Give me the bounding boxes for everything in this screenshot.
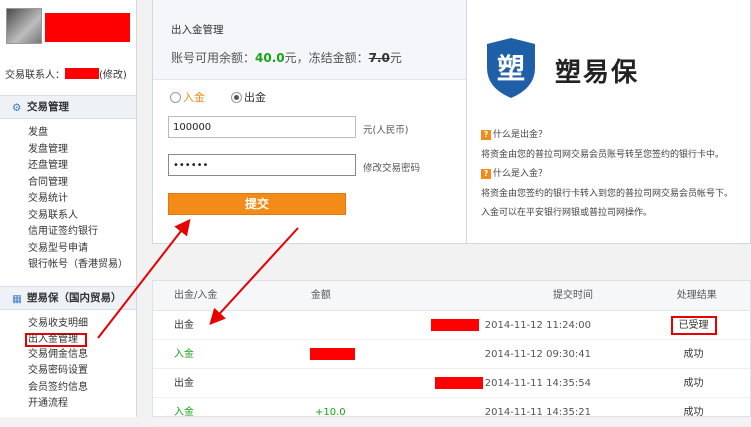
radio-label: 出金	[244, 91, 266, 104]
contact-label: 交易联系人：	[5, 70, 65, 81]
contact-edit-link[interactable]: (修改)	[99, 70, 127, 81]
redacted-company-name	[45, 13, 130, 42]
cell-status: 成功	[683, 349, 704, 360]
cell-amount	[245, 369, 355, 397]
faq-q-text: 什么是出金？	[493, 130, 548, 140]
menu-item[interactable]: 信用证签约银行	[28, 224, 128, 241]
radio-withdraw[interactable]: 出金	[231, 89, 266, 105]
balance-label: 账号可用余额：	[171, 51, 256, 65]
col-type: 出金/入金	[174, 290, 218, 301]
table-row[interactable]: 入金 +10.0 2014-11-11 14:35:21 成功	[153, 398, 750, 427]
cell-time: 2014-11-12 09:30:41	[484, 349, 591, 360]
redacted-amount	[435, 377, 483, 389]
section-title: 交易管理	[27, 101, 69, 113]
available-balance: 40.0	[255, 51, 285, 65]
menu-item[interactable]: 还盘管理	[28, 158, 128, 175]
sidebar: 交易联系人： (修改) ⚙ 交易管理 发盘 发盘管理 还盘管理 合同管理 交易统计 …	[0, 0, 137, 417]
amount-unit: 元(人民币)	[363, 125, 409, 136]
status-badge: 已受理	[670, 316, 717, 335]
brand-name: 塑易保	[555, 58, 640, 88]
col-status: 处理结果	[676, 290, 717, 301]
grid-icon: ▦	[12, 293, 22, 305]
radio-dot[interactable]	[170, 91, 181, 103]
faq-question: ? 什么是出金？	[481, 127, 547, 140]
col-amount: 金额	[310, 290, 331, 301]
cell-type: 出金	[174, 378, 194, 389]
brand-panel: 塑 塑易保 ? 什么是出金？ 将资金由您的普拉司网交易会员账号转至您签约的银行卡中…	[467, 0, 751, 244]
frozen-balance: 7.0	[368, 51, 390, 65]
trade-menu: 发盘 发盘管理 还盘管理 合同管理 交易统计 交易联系人 信用证签约银行 交易型…	[28, 125, 128, 274]
change-password-link[interactable]: 修改交易密码	[363, 160, 420, 174]
records-table: 出金/入金 金额 处理结果 提交时间 出金 2014-11-12 11:24:0…	[152, 280, 751, 427]
table-header: 出金/入金 金额 处理结果	[153, 281, 750, 311]
balance-unit: 元，冻结金额：	[284, 51, 369, 65]
radio-dot-selected[interactable]	[231, 91, 242, 103]
section-suyibao[interactable]: ▦ 塑易保（国内贸易）	[0, 286, 136, 310]
deposit-withdraw-panel: 出入金管理 账号可用余额：40.0元，冻结金额：7.0元 入金 出金 元(人民币…	[152, 0, 467, 244]
cell-time: 2014-11-11 14:35:21	[484, 407, 591, 418]
gear-icon: ⚙	[12, 102, 22, 114]
form-header: 出入金管理 账号可用余额：40.0元，冻结金额：7.0元	[153, 0, 466, 80]
avatar[interactable]	[6, 8, 42, 44]
frozen-unit: 元	[389, 51, 402, 65]
cell-type: 入金	[174, 349, 194, 360]
page-title: 出入金管理	[171, 24, 224, 36]
cell-time: 2014-11-11 14:35:54	[484, 378, 591, 389]
suyibao-menu: 交易收支明细 出入金管理 交易佣金信息 交易密码设置 会员签约信息 开通流程	[25, 316, 88, 413]
menu-item[interactable]: 交易收支明细	[28, 316, 88, 333]
contact-row: 交易联系人： (修改)	[5, 66, 127, 81]
section-trade-management[interactable]: ⚙ 交易管理	[0, 95, 136, 119]
radio-label: 入金	[183, 91, 205, 104]
menu-item[interactable]: 交易佣金信息	[28, 347, 88, 364]
cell-status: 成功	[683, 407, 704, 418]
question-icon: ?	[481, 169, 491, 179]
redacted-amount	[431, 319, 479, 331]
cell-type: 入金	[174, 407, 194, 418]
question-icon: ?	[481, 130, 491, 140]
radio-deposit[interactable]: 入金	[170, 89, 205, 105]
table-row[interactable]: 出金 2014-11-11 14:35:54 成功	[153, 369, 750, 398]
table-row[interactable]: 出金 2014-11-12 11:24:00 已受理	[153, 311, 750, 340]
menu-item[interactable]: 交易密码设置	[28, 363, 88, 380]
password-field[interactable]	[168, 154, 356, 176]
faq-question: ? 什么是入金？	[481, 166, 547, 179]
faq-answer: 将资金由您的普拉司网交易会员账号转至您签约的银行卡中。	[481, 150, 725, 160]
submit-button[interactable]: 提交	[168, 193, 346, 215]
menu-item[interactable]: 合同管理	[28, 175, 128, 192]
amount-input[interactable]	[168, 116, 356, 138]
col-time: 提交时间	[553, 290, 593, 301]
menu-item[interactable]: 发盘管理	[28, 142, 128, 159]
cell-status: 已受理	[637, 311, 750, 339]
menu-item[interactable]: 交易统计	[28, 191, 128, 208]
menu-item[interactable]: 开通流程	[28, 396, 88, 413]
faq-answer: 将资金由您签约的银行卡转入到您的普拉司网交易会员帐号下。	[481, 189, 734, 199]
cell-status: 成功	[683, 378, 704, 389]
faq-answer: 入金可以在平安银行网银或普拉司网操作。	[481, 208, 653, 218]
menu-item[interactable]: 发盘	[28, 125, 128, 142]
logo-char: 塑	[497, 52, 525, 85]
section-title: 塑易保（国内贸易）	[27, 292, 122, 304]
cell-amount	[245, 311, 355, 339]
cell-amount: +10.0	[315, 407, 346, 418]
faq-q-text: 什么是入金？	[493, 169, 548, 179]
menu-item[interactable]: 交易型号申请	[28, 241, 128, 258]
cell-type: 出金	[174, 320, 194, 331]
menu-item-active[interactable]: 出入金管理	[25, 332, 87, 347]
menu-item[interactable]: 交易联系人	[28, 208, 128, 225]
suyibao-logo-icon: 塑	[487, 38, 535, 98]
redacted-contact	[65, 68, 99, 79]
table-row[interactable]: 入金 2014-11-12 09:30:41 成功	[153, 340, 750, 369]
menu-item[interactable]: 银行帐号（香港贸易）	[28, 257, 128, 274]
redacted-amount	[310, 348, 355, 360]
col-time-wrap	[349, 281, 644, 310]
balance-line: 账号可用余额：40.0元，冻结金额：7.0元	[171, 49, 466, 66]
menu-item[interactable]: 会员签约信息	[28, 380, 88, 397]
cell-time: 2014-11-12 11:24:00	[484, 320, 591, 331]
